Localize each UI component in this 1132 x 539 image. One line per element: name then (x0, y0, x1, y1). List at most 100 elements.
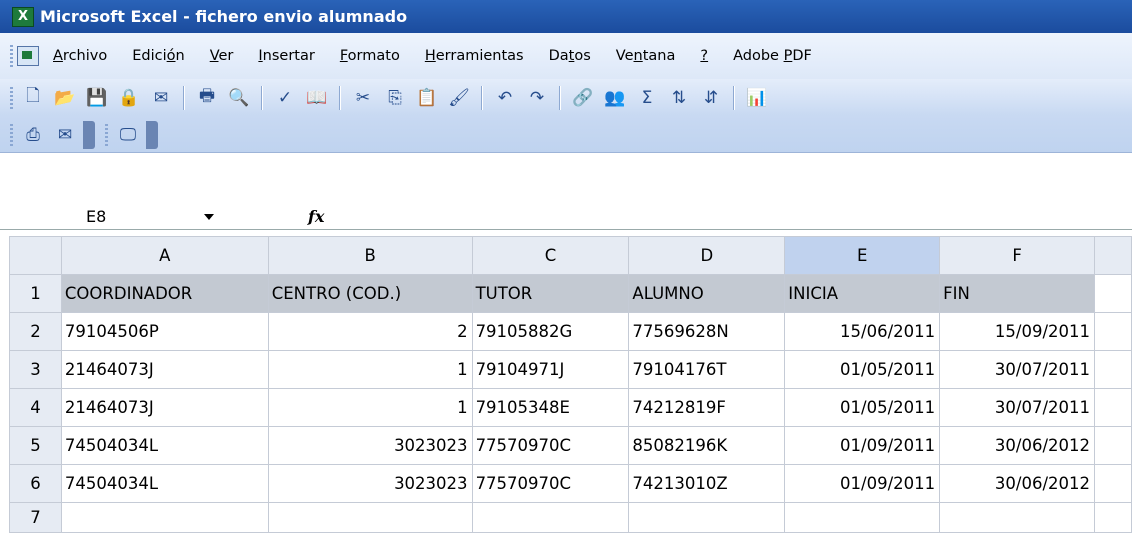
email-icon[interactable]: ✉ (148, 85, 174, 111)
cell[interactable]: 15/06/2011 (784, 312, 941, 351)
cell[interactable] (1094, 312, 1132, 351)
column-header-c[interactable]: C (471, 236, 630, 275)
cell[interactable]: ALUMNO (628, 274, 786, 313)
cell[interactable] (939, 502, 1096, 533)
copy-icon[interactable]: ⎘ (382, 85, 408, 111)
cell[interactable]: 79104176T (628, 350, 786, 389)
users-icon[interactable]: 👥 (602, 85, 628, 111)
undo-icon[interactable]: ↶ (492, 85, 518, 111)
cell[interactable]: 01/09/2011 (784, 464, 941, 503)
cell[interactable]: 79104971J (471, 350, 630, 389)
cell[interactable] (784, 502, 941, 533)
cell[interactable]: COORDINADOR (60, 274, 269, 313)
chart-icon[interactable]: 📊 (744, 85, 770, 111)
menu-item-insertar[interactable]: Insertar (258, 48, 314, 64)
toolbar-grip[interactable] (10, 86, 13, 109)
cell[interactable] (1094, 464, 1132, 503)
insert-function-icon[interactable]: fx (308, 207, 324, 226)
cell[interactable]: INICIA (784, 274, 941, 313)
cell[interactable]: 74212819F (628, 388, 786, 427)
formula-input[interactable] (334, 204, 1132, 228)
cell[interactable] (471, 502, 630, 533)
menu-item-?[interactable]: ? (700, 48, 708, 64)
menu-item-ventana[interactable]: Ventana (616, 48, 676, 64)
pdf-email-icon[interactable]: ✉ (52, 122, 78, 148)
save-icon[interactable]: 💾 (84, 85, 110, 111)
name-box[interactable]: E8 (0, 204, 236, 228)
cell[interactable] (628, 502, 786, 533)
column-header-d[interactable]: D (628, 236, 786, 275)
menu-item-herramientas[interactable]: Herramientas (425, 48, 524, 64)
cell[interactable] (267, 502, 473, 533)
cell[interactable]: 30/07/2011 (939, 388, 1096, 427)
cell[interactable]: FIN (939, 274, 1096, 313)
row-header[interactable]: 5 (9, 426, 62, 465)
cell[interactable]: 21464073J (60, 350, 269, 389)
autosum-icon[interactable]: Σ (634, 85, 660, 111)
cell[interactable]: 79105348E (471, 388, 630, 427)
row-header[interactable]: 6 (9, 464, 62, 503)
cell[interactable]: 79104506P (60, 312, 269, 351)
print-preview-icon[interactable]: 🔍 (226, 85, 252, 111)
cell[interactable] (60, 502, 269, 533)
cell[interactable]: 74504034L (60, 464, 269, 503)
cell[interactable] (1094, 350, 1132, 389)
sort-desc-icon[interactable]: ⇵ (698, 85, 724, 111)
cell[interactable]: 77570970C (471, 426, 630, 465)
cell[interactable]: 3023023 (267, 426, 473, 465)
workbook-icon[interactable] (17, 46, 39, 66)
excel-icon[interactable]: X (12, 6, 34, 27)
toolbar-grip[interactable] (105, 123, 108, 146)
column-header-b[interactable]: B (267, 236, 473, 275)
cut-icon[interactable]: ✂ (350, 85, 376, 111)
cell[interactable]: 74213010Z (628, 464, 786, 503)
hyperlink-icon[interactable]: 🔗 (570, 85, 596, 111)
cell[interactable]: 01/09/2011 (784, 426, 941, 465)
format-painter-icon[interactable]: 🖌 (446, 85, 472, 111)
toolbar-options-button[interactable] (146, 120, 158, 149)
toolbar-grip[interactable] (10, 45, 13, 67)
cell[interactable]: 30/07/2011 (939, 350, 1096, 389)
row-header[interactable]: 3 (9, 350, 62, 389)
cell[interactable]: 77570970C (471, 464, 630, 503)
acrobat-icon[interactable]: 🖵 (115, 122, 141, 148)
column-header-e[interactable]: E (784, 236, 941, 275)
menu-item-adobe-pdf[interactable]: Adobe PDF (733, 48, 812, 64)
new-icon[interactable]: 🗋 (20, 85, 46, 111)
toolbar-grip[interactable] (10, 123, 13, 146)
cell[interactable]: 77569628N (628, 312, 786, 351)
cell[interactable]: 21464073J (60, 388, 269, 427)
column-header-f[interactable]: F (939, 236, 1096, 275)
menu-item-edici-n[interactable]: Edición (132, 48, 184, 64)
research-icon[interactable]: 📖 (304, 85, 330, 111)
cell[interactable] (1094, 426, 1132, 465)
menu-item-ver[interactable]: Ver (210, 48, 234, 64)
cell[interactable]: CENTRO (COD.) (267, 274, 473, 313)
cell[interactable]: 85082196K (628, 426, 786, 465)
redo-icon[interactable]: ↷ (524, 85, 550, 111)
cell[interactable] (1094, 388, 1132, 427)
spreadsheet-grid[interactable]: A B C D E F 1 COORDINADOR CENTRO (COD.) TUTOR ALUM… (9, 236, 1132, 533)
cell[interactable]: 30/06/2012 (939, 464, 1096, 503)
cell[interactable]: 15/09/2011 (939, 312, 1096, 351)
cell[interactable]: 01/05/2011 (784, 388, 941, 427)
cell[interactable]: 1 (267, 388, 473, 427)
menu-item-datos[interactable]: Datos (549, 48, 591, 64)
cell[interactable]: 1 (267, 350, 473, 389)
select-all-corner[interactable] (9, 236, 62, 275)
row-header[interactable]: 7 (9, 502, 62, 533)
row-header[interactable]: 2 (9, 312, 62, 351)
permission-icon[interactable]: 🔒 (116, 85, 142, 111)
cell[interactable] (1094, 502, 1132, 533)
row-header[interactable]: 4 (9, 388, 62, 427)
spelling-icon[interactable]: ✓ (272, 85, 298, 111)
open-icon[interactable]: 📂 (52, 85, 78, 111)
cell[interactable]: 3023023 (267, 464, 473, 503)
cell[interactable]: TUTOR (471, 274, 630, 313)
paste-icon[interactable]: 📋 (414, 85, 440, 111)
cell[interactable]: 01/05/2011 (784, 350, 941, 389)
cell[interactable]: 2 (267, 312, 473, 351)
pdf-convert-icon[interactable]: ⎙ (20, 122, 46, 148)
toolbar-options-button[interactable] (83, 120, 95, 149)
column-header-g[interactable] (1094, 236, 1132, 275)
